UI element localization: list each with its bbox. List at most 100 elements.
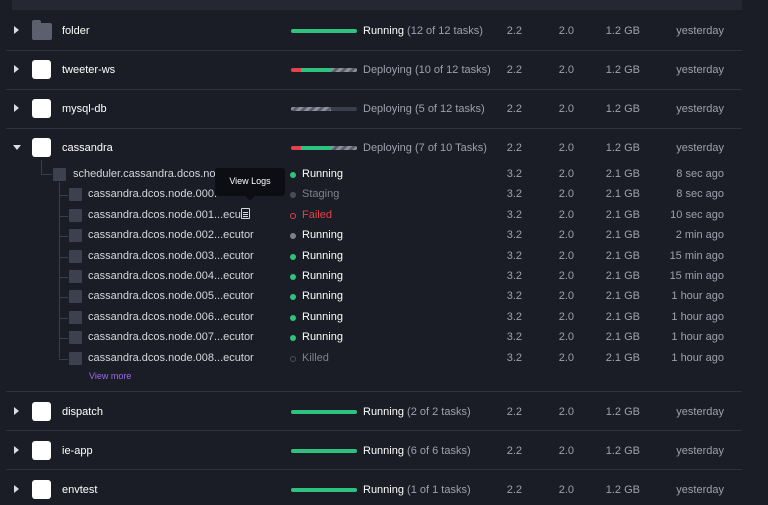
- task-name[interactable]: cassandra.dcos.node.008...ecutor: [88, 352, 254, 364]
- disk-value: 2.1 GB: [605, 331, 640, 343]
- service-icon: [32, 402, 51, 421]
- task-name[interactable]: cassandra.dcos.node.005...ecutor: [88, 290, 254, 302]
- row-divider: [6, 430, 742, 431]
- mem-value: 2.0: [558, 445, 574, 457]
- updated-value: yesterday: [676, 103, 724, 115]
- task-icon: [69, 290, 82, 303]
- service-name[interactable]: tweeter-ws: [62, 64, 115, 76]
- status-dot-icon: [290, 172, 296, 178]
- chevron-right-icon[interactable]: [14, 446, 19, 454]
- task-name[interactable]: cassandra.dcos.node.002...ecutor: [88, 229, 254, 241]
- progress-running: [291, 29, 357, 33]
- row-divider: [6, 50, 742, 51]
- updated-value: 10 sec ago: [670, 209, 724, 221]
- task-icon: [69, 209, 82, 222]
- mem-value: 2.0: [558, 270, 574, 282]
- chevron-right-icon[interactable]: [14, 104, 19, 112]
- mem-value: 2.0: [558, 188, 574, 200]
- disk-value: 1.2 GB: [605, 445, 640, 457]
- tree-line: [41, 160, 42, 175]
- service-name[interactable]: mysql-db: [62, 103, 107, 115]
- cpu-value: 3.2: [506, 209, 522, 221]
- task-name[interactable]: cassandra.dcos.node.007...ecutor: [88, 331, 254, 343]
- service-name[interactable]: dispatch: [62, 406, 103, 418]
- status-dot-icon: [290, 294, 296, 300]
- chevron-right-icon[interactable]: [14, 65, 19, 73]
- table-header-strip: [0, 0, 768, 10]
- task-name[interactable]: cassandra.dcos.node.006...ecutor: [88, 311, 254, 323]
- cpu-value: 3.2: [506, 229, 522, 241]
- progress-failed: [291, 146, 301, 150]
- progress-failed: [291, 68, 301, 72]
- task-status: Killed: [302, 352, 329, 364]
- tree-line: [59, 277, 68, 278]
- row-divider: [6, 89, 742, 90]
- mem-value: 2.0: [558, 25, 574, 37]
- status-dot-icon: [290, 356, 296, 362]
- folder-icon: [32, 20, 52, 40]
- status-dot-icon: [290, 192, 296, 198]
- service-icon: [32, 441, 51, 460]
- disk-value: 1.2 GB: [605, 25, 640, 37]
- cpu-value: 3.2: [506, 250, 522, 262]
- view-logs-icon[interactable]: [241, 208, 250, 219]
- task-status: Running: [302, 311, 343, 323]
- progress-bar: [291, 146, 357, 150]
- service-status: Deploying (10 of 12 tasks): [363, 64, 491, 76]
- progress-bar: [291, 488, 357, 492]
- tree-line: [59, 195, 68, 196]
- updated-value: 8 sec ago: [676, 168, 724, 180]
- tree-line: [59, 297, 68, 298]
- task-status: Running: [302, 229, 343, 241]
- disk-value: 2.1 GB: [605, 209, 640, 221]
- progress-running: [291, 488, 357, 492]
- mem-value: 2.0: [558, 484, 574, 496]
- updated-value: 1 hour ago: [671, 352, 724, 364]
- task-icon: [69, 188, 82, 201]
- service-name[interactable]: folder: [62, 25, 90, 37]
- service-status: Running (12 of 12 tasks): [363, 25, 483, 37]
- chevron-right-icon[interactable]: [14, 407, 19, 415]
- view-more-link[interactable]: View more: [89, 371, 131, 381]
- task-status: Running: [302, 250, 343, 262]
- disk-value: 2.1 GB: [605, 250, 640, 262]
- status-dot-icon: [290, 254, 296, 260]
- cpu-value: 2.2: [506, 64, 522, 76]
- mem-value: 2.0: [558, 331, 574, 343]
- mem-value: 2.0: [558, 250, 574, 262]
- service-name[interactable]: cassandra: [62, 142, 113, 154]
- task-status: Staging: [302, 188, 340, 200]
- tree-line: [59, 359, 68, 360]
- status-dot-icon: [290, 233, 296, 239]
- chevron-down-icon[interactable]: [13, 145, 21, 150]
- cpu-value: 2.2: [506, 142, 522, 154]
- mem-value: 2.0: [558, 142, 574, 154]
- task-name[interactable]: scheduler.cassandra.dcos.noc: [73, 168, 221, 180]
- task-name[interactable]: cassandra.dcos.node.001...ecu: [88, 209, 241, 221]
- tree-line: [41, 174, 52, 175]
- cpu-value: 2.2: [506, 103, 522, 115]
- cpu-value: 3.2: [506, 290, 522, 302]
- cpu-value: 2.2: [506, 406, 522, 418]
- task-icon: [69, 331, 82, 344]
- updated-value: 2 min ago: [675, 229, 724, 241]
- cpu-value: 2.2: [506, 445, 522, 457]
- progress-deploying: [331, 68, 357, 72]
- task-name[interactable]: cassandra.dcos.node.004...ecutor: [88, 270, 254, 282]
- chevron-right-icon[interactable]: [14, 485, 19, 493]
- service-name[interactable]: envtest: [62, 484, 97, 496]
- tree-line: [59, 338, 68, 339]
- disk-value: 2.1 GB: [605, 352, 640, 364]
- mem-value: 2.0: [558, 64, 574, 76]
- task-icon: [69, 250, 82, 263]
- disk-value: 2.1 GB: [605, 290, 640, 302]
- service-name[interactable]: ie-app: [62, 445, 93, 457]
- task-name[interactable]: cassandra.dcos.node.000.: [88, 188, 217, 200]
- updated-value: 1 hour ago: [671, 290, 724, 302]
- progress-running: [291, 449, 357, 453]
- chevron-right-icon[interactable]: [14, 26, 19, 34]
- updated-value: 15 min ago: [669, 250, 724, 262]
- task-name[interactable]: cassandra.dcos.node.003...ecutor: [88, 250, 254, 262]
- progress-running: [301, 146, 331, 150]
- mem-value: 2.0: [558, 406, 574, 418]
